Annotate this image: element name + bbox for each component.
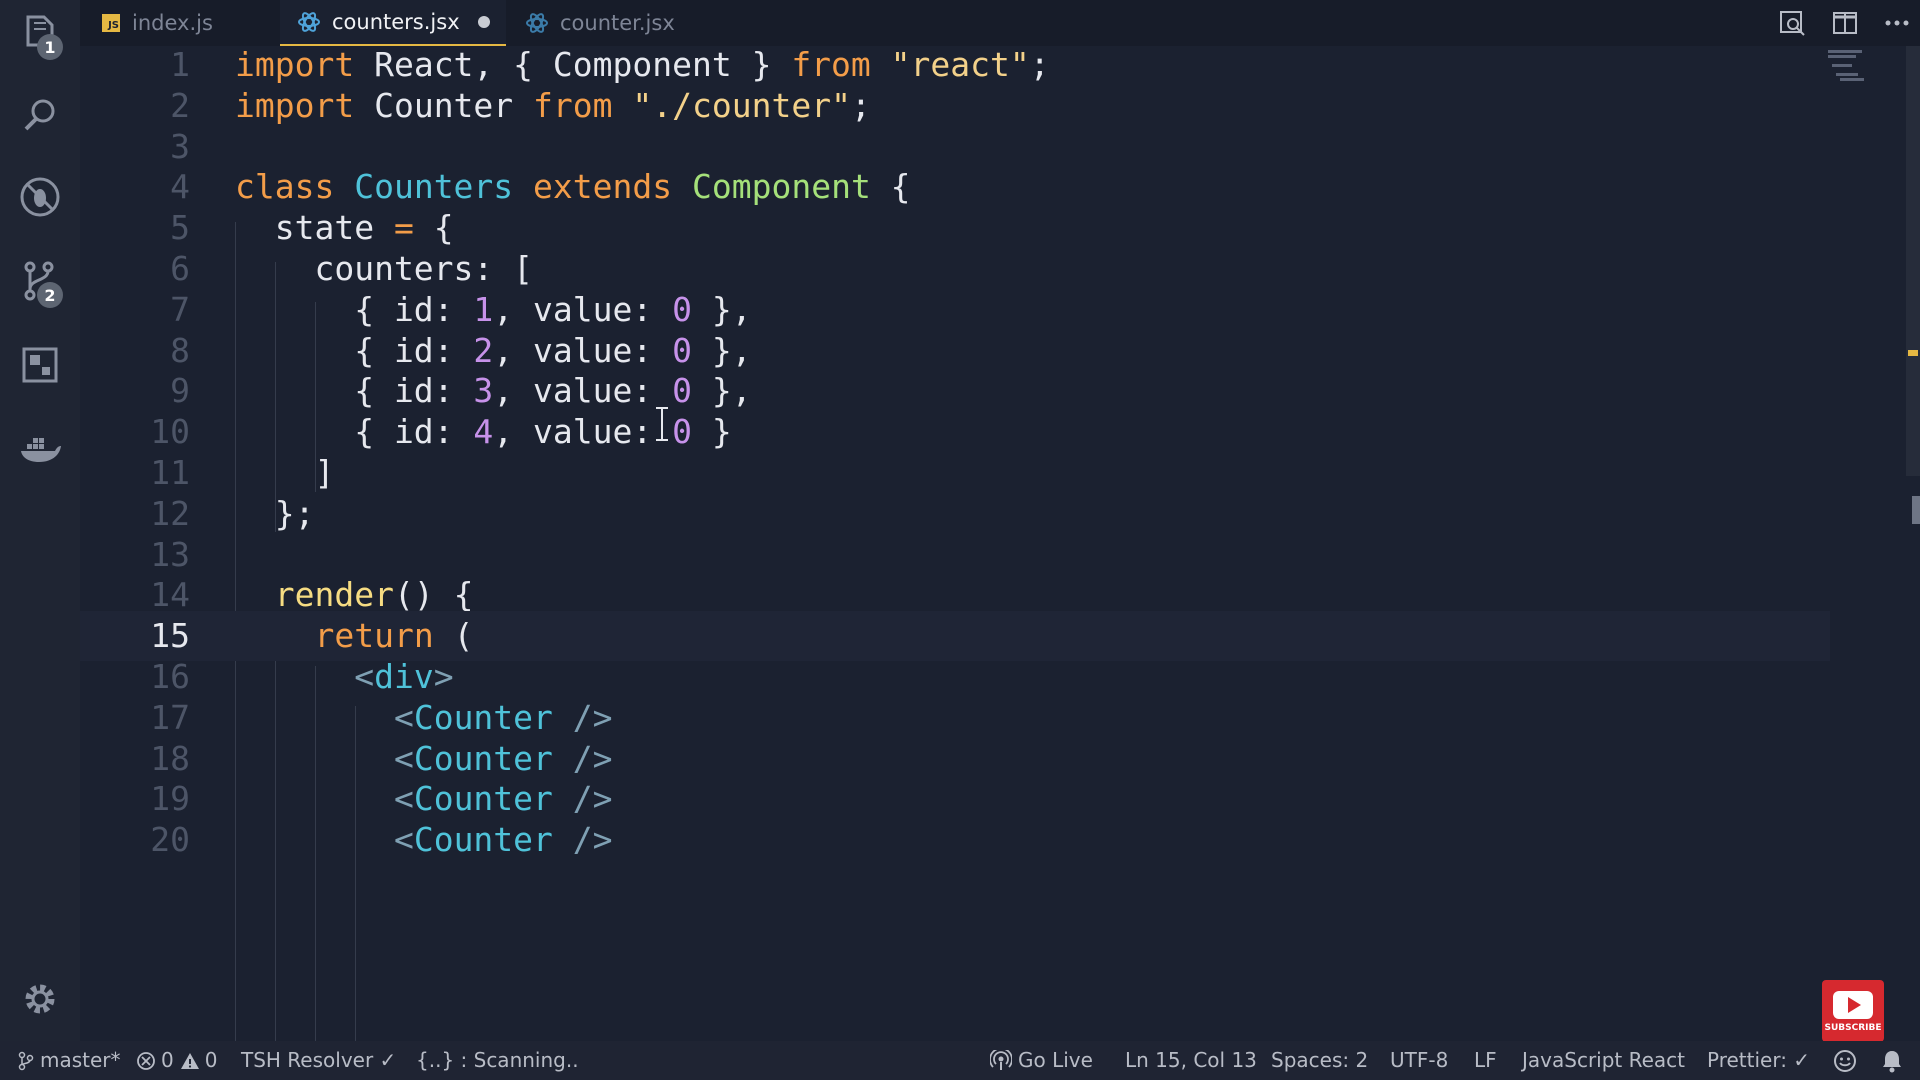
debug-button[interactable]: [15, 172, 65, 222]
vertical-scrollbar[interactable]: [1906, 46, 1920, 476]
encoding-status[interactable]: UTF-8: [1390, 1041, 1448, 1080]
status-bar: master* 0 0 TSH Resolver ✓ {..} : Scanni…: [0, 1041, 1920, 1080]
search-button[interactable]: [15, 90, 65, 140]
eol-status[interactable]: LF: [1474, 1041, 1497, 1080]
code-editor[interactable]: 1 import React, { Component } from "react…: [80, 45, 1920, 1041]
activity-bar: 1 2: [0, 0, 80, 1041]
open-preview-button[interactable]: [1775, 6, 1809, 40]
gear-icon: [25, 984, 55, 1014]
react-file-icon: [298, 12, 320, 32]
no-bug-icon: [20, 177, 60, 217]
scm-badge: 2: [37, 282, 63, 308]
ellipsis-icon: [1885, 20, 1909, 26]
notifications-button[interactable]: [1881, 1041, 1903, 1080]
subscribe-label: SUBSCRIBE: [1824, 1023, 1882, 1033]
search-icon: [24, 99, 55, 131]
line-number: 20: [150, 820, 190, 860]
indentation-status[interactable]: Spaces: 2: [1271, 1041, 1368, 1080]
settings-button[interactable]: [15, 974, 65, 1024]
more-actions-button[interactable]: [1880, 6, 1914, 40]
react-file-icon: [526, 13, 548, 33]
language-mode[interactable]: JavaScript React: [1522, 1041, 1685, 1080]
docker-icon: [21, 438, 61, 462]
branch-status[interactable]: master*: [18, 1041, 121, 1080]
source-control-button[interactable]: 2: [15, 256, 65, 308]
line-code: <Counter />: [393, 820, 613, 860]
code-line[interactable]: 20 <Counter />: [80, 815, 1830, 865]
warning-icon: [180, 1052, 199, 1069]
branch-name: master*: [40, 1048, 121, 1072]
smiley-icon: [1834, 1049, 1856, 1072]
go-live-label: Go Live: [1018, 1048, 1093, 1072]
broadcast-icon: [990, 1049, 1012, 1070]
tsh-resolver-status[interactable]: TSH Resolver ✓: [241, 1041, 396, 1080]
explorer-button[interactable]: 1: [15, 8, 65, 60]
extensions-icon: [22, 347, 58, 383]
problems-status[interactable]: 0 0: [136, 1041, 217, 1080]
preview-search-icon: [1780, 11, 1805, 36]
tab-label: counters.jsx: [332, 10, 460, 34]
git-branch-icon: [18, 1051, 34, 1070]
overview-marker: [1912, 496, 1920, 524]
minimap[interactable]: [1828, 48, 1868, 98]
prettier-status[interactable]: Prettier: ✓: [1707, 1041, 1810, 1080]
unsaved-dot-icon[interactable]: [477, 16, 490, 28]
text-cursor-icon: [656, 407, 668, 441]
warning-count: 0: [204, 1048, 218, 1072]
tab-label: counter.jsx: [560, 11, 675, 35]
split-editor-button[interactable]: [1828, 6, 1862, 40]
feedback-button[interactable]: [1833, 1041, 1857, 1080]
explorer-badge: 1: [37, 34, 63, 60]
tab-label: index.js: [132, 11, 213, 35]
cursor-position[interactable]: Ln 15, Col 13: [1125, 1041, 1257, 1080]
extensions-button[interactable]: [15, 340, 65, 390]
js-file-icon: JS: [102, 14, 120, 32]
go-live-button[interactable]: Go Live: [990, 1041, 1093, 1080]
split-editor-icon: [1833, 12, 1857, 34]
scanning-status[interactable]: {..} : Scanning..: [416, 1041, 579, 1080]
subscribe-button[interactable]: SUBSCRIBE: [1822, 980, 1884, 1042]
youtube-play-icon: [1833, 991, 1873, 1019]
error-count: 0: [161, 1048, 174, 1072]
scroll-marker: [1908, 350, 1918, 356]
bell-icon: [1883, 1050, 1901, 1072]
docker-button[interactable]: [15, 424, 65, 474]
error-icon: [137, 1051, 155, 1070]
